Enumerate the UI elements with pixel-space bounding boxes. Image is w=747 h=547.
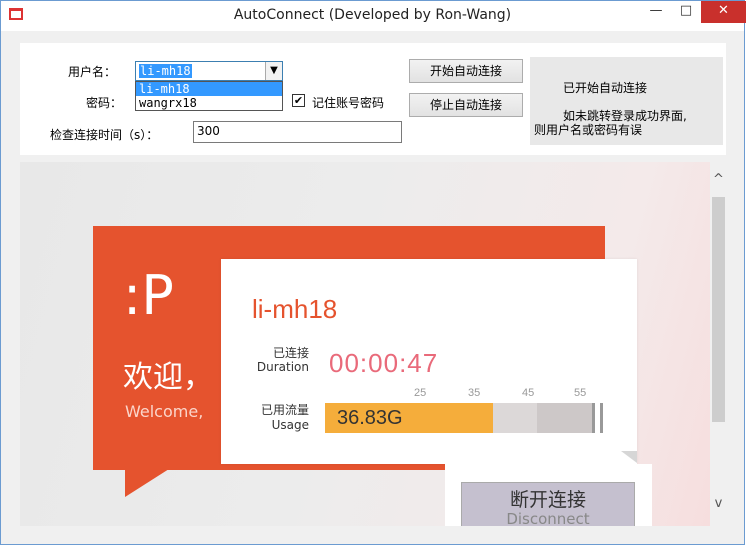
duration-label-en: Duration — [256, 360, 309, 374]
usage-bar-marker — [592, 403, 595, 433]
password-label: 密码： — [86, 96, 123, 110]
maximize-button[interactable]: □ — [671, 1, 701, 23]
usage-bar: 36.83G — [325, 403, 593, 433]
remember-label: 记住账号密码 — [312, 96, 385, 110]
remember-checkbox[interactable]: ✔ — [292, 94, 305, 107]
account-username: li-mh18 — [252, 294, 338, 324]
usage-label-en: Usage — [271, 418, 309, 432]
card-fold — [621, 451, 637, 463]
usage-value: 36.83G — [337, 407, 403, 429]
start-auto-connect-button[interactable]: 开始自动连接 — [409, 59, 523, 83]
usage-bar-segment — [537, 403, 593, 433]
chevron-down-icon[interactable]: ▼ — [265, 62, 282, 80]
disconnect-label-cn: 断开连接 — [509, 489, 586, 511]
smiley-logo: :P — [123, 264, 174, 327]
username-value: li-mh18 — [139, 64, 192, 78]
username-dropdown[interactable]: li-mh18 wangrx18 — [135, 81, 283, 111]
scroll-up-icon[interactable]: ^ — [710, 172, 727, 187]
title-bar: AutoConnect (Developed by Ron-Wang) — □ … — [1, 1, 746, 31]
dropdown-option[interactable]: li-mh18 — [136, 82, 282, 96]
stop-auto-connect-button[interactable]: 停止自动连接 — [409, 93, 523, 117]
usage-label-cn: 已用流量 — [260, 403, 309, 417]
interval-label: 检查连接时间（s）： — [50, 128, 159, 142]
usage-tick: 25 — [414, 387, 427, 399]
username-combobox[interactable]: li-mh18 ▼ — [135, 61, 283, 81]
status-box: 已开始自动连接 如未跳转登录成功界面, 则用户名或密码有误 — [530, 57, 723, 145]
vertical-scrollbar[interactable]: ^ v — [710, 162, 727, 526]
status-line: 已开始自动连接 — [563, 81, 648, 95]
username-label: 用户名： — [68, 65, 117, 79]
usage-tick: 55 — [574, 387, 587, 399]
dropdown-option[interactable]: wangrx18 — [136, 96, 282, 110]
scroll-down-icon[interactable]: v — [710, 496, 727, 511]
minimize-button[interactable]: — — [641, 1, 671, 23]
disconnect-label-en: Disconnect — [506, 510, 590, 526]
portal-webview: :P 欢迎， Welcome, li-mh18 已连接 Duration 00:… — [20, 162, 710, 526]
disconnect-button[interactable]: 断开连接 Disconnect — [461, 482, 635, 526]
status-line: 则用户名或密码有误 — [534, 123, 643, 137]
duration-label-cn: 已连接 — [272, 346, 309, 360]
welcome-text-en: Welcome, — [125, 402, 204, 421]
usage-bar-marker — [600, 403, 603, 433]
scroll-thumb[interactable] — [712, 197, 725, 422]
window-title: AutoConnect (Developed by Ron-Wang) — [233, 7, 512, 23]
welcome-text-cn: 欢迎， — [123, 360, 213, 395]
interval-input[interactable]: 300 — [193, 121, 402, 143]
duration-value: 00:00:47 — [329, 348, 439, 378]
usage-tick: 45 — [522, 387, 535, 399]
close-button[interactable]: ✕ — [701, 1, 746, 23]
usage-tick: 35 — [468, 387, 481, 399]
banner-tail — [125, 469, 169, 497]
